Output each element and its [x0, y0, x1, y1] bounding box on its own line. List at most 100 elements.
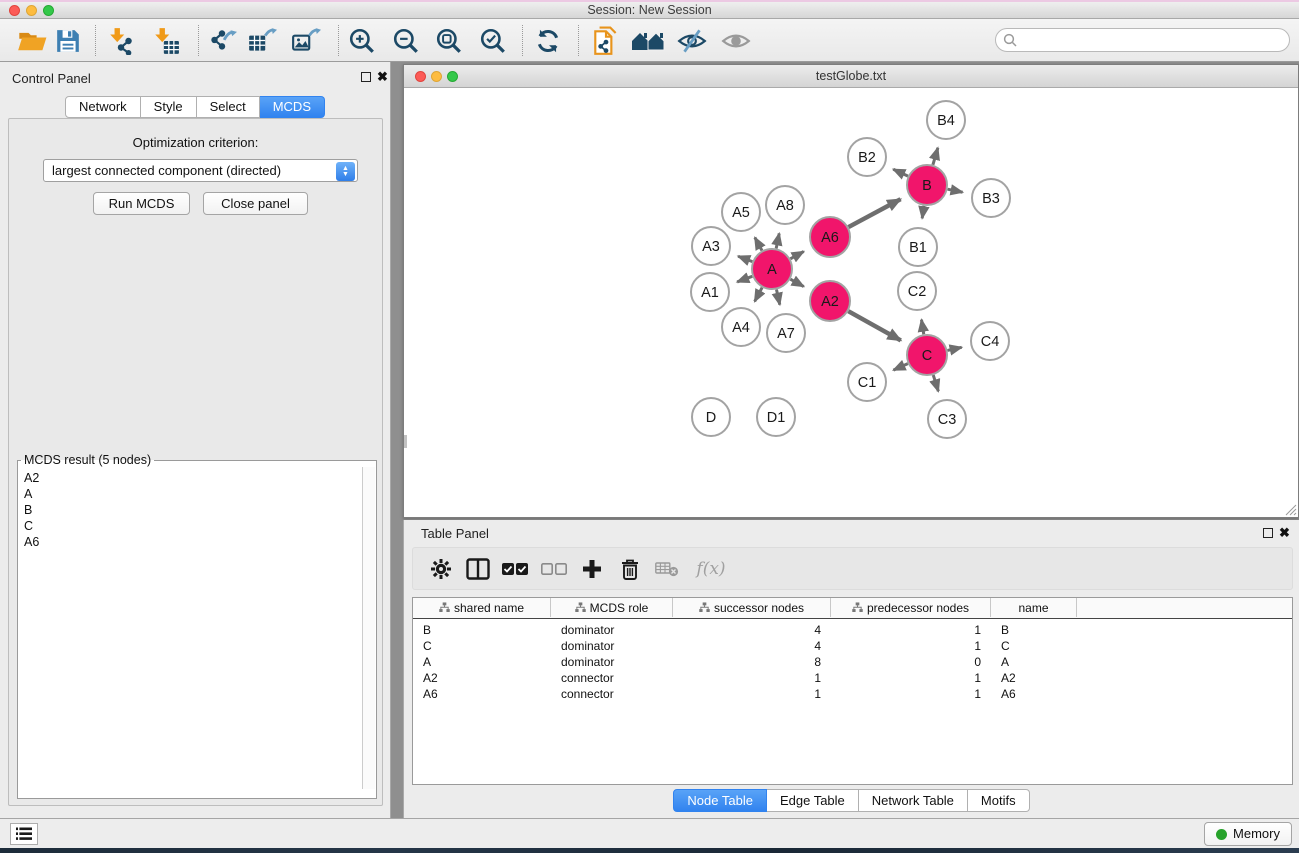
node-A8[interactable]: A8 [766, 186, 804, 224]
node-A3[interactable]: A3 [692, 227, 730, 265]
table-tab-network-table[interactable]: Network Table [859, 789, 968, 812]
result-item[interactable]: A [24, 486, 360, 502]
table-row[interactable]: Cdominator41C [413, 638, 1292, 654]
edge-A-A3[interactable] [738, 256, 752, 261]
result-item[interactable]: C [24, 518, 360, 534]
edge-B-B3[interactable] [948, 189, 963, 192]
export-table-button[interactable] [244, 24, 280, 58]
memory-button[interactable]: Memory [1204, 822, 1292, 846]
table-row[interactable]: Bdominator41B [413, 622, 1292, 638]
close-view-button[interactable] [415, 71, 426, 82]
node-D[interactable]: D [692, 398, 730, 436]
export-image-button[interactable] [288, 24, 324, 58]
node-C[interactable]: C [907, 335, 947, 375]
show-all-button[interactable] [718, 24, 754, 58]
run-mcds-button[interactable]: Run MCDS [93, 192, 190, 215]
node-A4[interactable]: A4 [722, 308, 760, 346]
edge-C-C4[interactable] [947, 347, 961, 350]
edge-A6-B[interactable] [849, 199, 901, 227]
table-settings-button[interactable] [425, 554, 457, 584]
node-A1[interactable]: A1 [691, 273, 729, 311]
column-header-shared-name[interactable]: shared name [413, 598, 551, 617]
search-input[interactable] [995, 28, 1290, 52]
column-header-predecessor-nodes[interactable]: predecessor nodes [831, 598, 991, 617]
create-column-button[interactable] [576, 554, 608, 584]
node-B[interactable]: B [907, 165, 947, 205]
table-row[interactable]: Adominator80A [413, 654, 1292, 670]
table-row[interactable]: A2connector11A2 [413, 670, 1292, 686]
edge-B-B2[interactable] [893, 169, 908, 176]
node-C3[interactable]: C3 [928, 400, 966, 438]
close-panel-icon[interactable]: ✖ [377, 71, 388, 82]
table-tab-motifs[interactable]: Motifs [968, 789, 1030, 812]
edge-C-C3[interactable] [933, 375, 938, 391]
splitter-handle[interactable] [404, 435, 407, 448]
edge-C-C2[interactable] [921, 320, 923, 335]
delete-column-button[interactable] [614, 554, 646, 584]
save-session-button[interactable] [50, 24, 86, 58]
delete-table-button[interactable] [651, 554, 683, 584]
task-history-button[interactable] [10, 823, 38, 845]
deselect-all-button[interactable] [538, 554, 570, 584]
node-D1[interactable]: D1 [757, 398, 795, 436]
minimize-window-button[interactable] [26, 5, 37, 16]
zoom-out-button[interactable] [388, 24, 424, 58]
network-canvas[interactable]: B4B2BB3A8A5A6B1A3AA1C2A2A4A7C4CC1C3DD1 [404, 88, 1298, 517]
criterion-select[interactable]: largest connected component (directed) ▲… [43, 159, 358, 182]
tab-select[interactable]: Select [197, 96, 260, 118]
node-A7[interactable]: A7 [767, 314, 805, 352]
edge-B-B1[interactable] [922, 206, 924, 219]
column-header-mcds-role[interactable]: MCDS role [551, 598, 673, 617]
function-builder-button[interactable]: f(x) [689, 554, 733, 584]
zoom-fit-button[interactable] [431, 24, 467, 58]
minimize-view-button[interactable] [431, 71, 442, 82]
import-table-button[interactable] [148, 24, 184, 58]
node-table[interactable]: shared nameMCDS rolesuccessor nodesprede… [412, 597, 1293, 785]
hide-selected-button[interactable] [674, 24, 710, 58]
table-row[interactable]: A6connector11A6 [413, 686, 1292, 702]
edge-A-A7[interactable] [776, 290, 779, 305]
float-table-panel-icon[interactable] [1263, 528, 1273, 538]
edge-B-B4[interactable] [933, 148, 938, 165]
edge-A-A8[interactable] [776, 233, 779, 248]
node-B3[interactable]: B3 [972, 179, 1010, 217]
edge-A-A1[interactable] [737, 276, 752, 282]
zoom-window-button[interactable] [43, 5, 54, 16]
tab-style[interactable]: Style [141, 96, 197, 118]
network-from-file-button[interactable] [588, 24, 624, 58]
edge-C-C1[interactable] [893, 364, 907, 370]
export-network-button[interactable] [204, 24, 240, 58]
result-item[interactable]: B [24, 502, 360, 518]
split-view-button[interactable] [462, 554, 494, 584]
node-A[interactable]: A [752, 249, 792, 289]
refresh-button[interactable] [530, 24, 566, 58]
edge-A2-C[interactable] [848, 311, 900, 340]
table-tab-node-table[interactable]: Node Table [673, 789, 767, 812]
column-header-successor-nodes[interactable]: successor nodes [673, 598, 831, 617]
close-table-panel-icon[interactable]: ✖ [1279, 527, 1290, 538]
zoom-view-button[interactable] [447, 71, 458, 82]
node-B4[interactable]: B4 [927, 101, 965, 139]
close-panel-button[interactable]: Close panel [203, 192, 308, 215]
result-item[interactable]: A6 [24, 534, 360, 550]
node-A2[interactable]: A2 [810, 281, 850, 321]
close-window-button[interactable] [9, 5, 20, 16]
tab-mcds[interactable]: MCDS [260, 96, 325, 118]
edge-A-A6[interactable] [790, 251, 803, 258]
node-C2[interactable]: C2 [898, 272, 936, 310]
edge-A-A2[interactable] [790, 279, 803, 286]
home-button[interactable] [630, 24, 666, 58]
tab-network[interactable]: Network [65, 96, 141, 118]
edge-A-A4[interactable] [755, 288, 762, 302]
resize-grip-icon[interactable] [1284, 503, 1297, 516]
node-A5[interactable]: A5 [722, 193, 760, 231]
mcds-result-list[interactable]: A2ABCA6 [20, 467, 360, 787]
select-all-button[interactable] [499, 554, 531, 584]
node-B1[interactable]: B1 [899, 228, 937, 266]
column-header-name[interactable]: name [991, 598, 1077, 617]
import-network-button[interactable] [103, 24, 139, 58]
node-C1[interactable]: C1 [848, 363, 886, 401]
result-item[interactable]: A2 [24, 470, 360, 486]
open-session-button[interactable] [14, 24, 50, 58]
zoom-in-button[interactable] [344, 24, 380, 58]
